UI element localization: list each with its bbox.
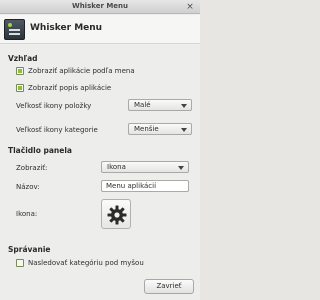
follow-pointer-label: Nasledovať kategóriu pod myšou	[28, 259, 144, 267]
follow-pointer-checkbox[interactable]	[16, 259, 24, 267]
section-title-behavior: Správanie	[8, 245, 51, 254]
dialog-heading: Whisker Menu	[30, 23, 103, 33]
follow-pointer-checkbox-row[interactable]: Nasledovať kategóriu pod myšou	[16, 258, 144, 268]
show-names-checkbox-row[interactable]: Zobraziť aplikácie podľa mena	[16, 66, 135, 76]
category-icon-size-value: Menšie	[134, 125, 159, 133]
item-icon-size-label: Veľkosť ikony položky	[16, 102, 92, 110]
whisker-menu-settings-window: Whisker Menu × Whisker Menu Vzhľad Zobra…	[0, 0, 200, 300]
dialog-header: Whisker Menu	[0, 15, 200, 44]
show-names-checkbox[interactable]	[16, 67, 24, 75]
close-button[interactable]: Zavrieť	[144, 279, 194, 294]
item-icon-size-select[interactable]: Malé	[128, 99, 192, 111]
show-descriptions-checkbox-row[interactable]: Zobraziť popis aplikácie	[16, 83, 111, 93]
name-input-value: Menu aplikácií	[106, 182, 157, 190]
icon-chooser-button[interactable]	[101, 199, 131, 229]
gear-icon	[107, 205, 127, 225]
section-title-appearance: Vzhľad	[8, 54, 38, 63]
name-input[interactable]: Menu aplikácií	[101, 180, 189, 192]
chevron-down-icon	[181, 128, 187, 132]
close-icon[interactable]: ×	[184, 1, 196, 13]
display-label: Zobraziť:	[16, 164, 48, 172]
section-title-panel-button: Tlačidlo panela	[8, 146, 72, 155]
display-value: Ikona	[107, 163, 126, 171]
title-bar[interactable]: Whisker Menu ×	[0, 0, 200, 14]
show-descriptions-checkbox[interactable]	[16, 84, 24, 92]
whisker-menu-icon	[4, 19, 25, 40]
item-icon-size-value: Malé	[134, 101, 151, 109]
name-label: Názov:	[16, 183, 40, 191]
category-icon-size-select[interactable]: Menšie	[128, 123, 192, 135]
chevron-down-icon	[181, 104, 187, 108]
category-icon-size-label: Veľkosť ikony kategorie	[16, 126, 98, 134]
chevron-down-icon	[178, 166, 184, 170]
window-title: Whisker Menu	[71, 2, 129, 10]
display-select[interactable]: Ikona	[101, 161, 189, 173]
icon-label: Ikona:	[16, 210, 38, 218]
show-names-label: Zobraziť aplikácie podľa mena	[28, 67, 135, 75]
show-descriptions-label: Zobraziť popis aplikácie	[28, 84, 112, 92]
